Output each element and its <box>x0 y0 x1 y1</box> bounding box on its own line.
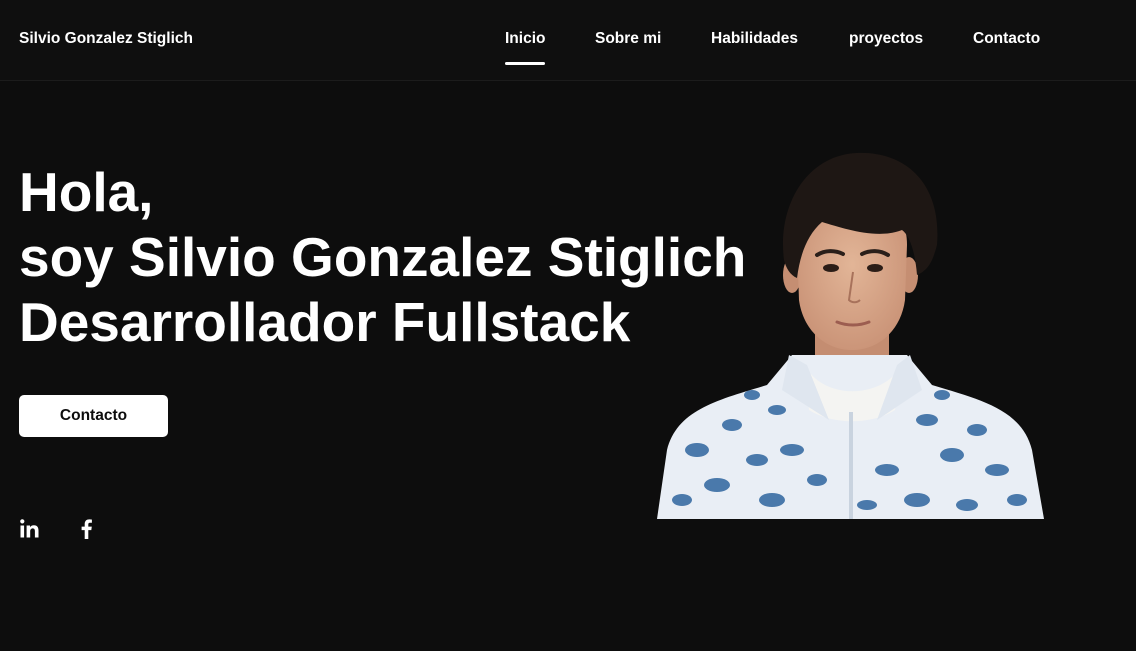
nav-item-habilidades[interactable]: Habilidades <box>711 30 798 48</box>
hero-role: Desarrollador Fullstack <box>19 291 631 353</box>
nav-item-proyectos[interactable]: proyectos <box>849 30 923 48</box>
nav-item-inicio[interactable]: Inicio <box>505 30 546 65</box>
facebook-icon <box>81 519 92 539</box>
contact-button[interactable]: Contacto <box>19 395 168 437</box>
linkedin-icon <box>20 519 39 538</box>
linkedin-link[interactable] <box>20 518 40 540</box>
portrait-image <box>657 150 1044 519</box>
nav-item-sobre-mi[interactable]: Sobre mi <box>595 30 661 48</box>
site-header: Silvio Gonzalez Stiglich Inicio Sobre mi… <box>0 0 1136 81</box>
hero-name: soy Silvio Gonzalez Stiglich <box>19 226 747 288</box>
hero-greeting: Hola, <box>19 161 154 223</box>
hero-heading: Hola, soy Silvio Gonzalez Stiglich Desar… <box>19 160 746 355</box>
facebook-link[interactable] <box>80 518 93 540</box>
nav-item-contacto[interactable]: Contacto <box>973 30 1040 48</box>
main-nav: Inicio Sobre mi Habilidades proyectos Co… <box>0 30 1136 70</box>
